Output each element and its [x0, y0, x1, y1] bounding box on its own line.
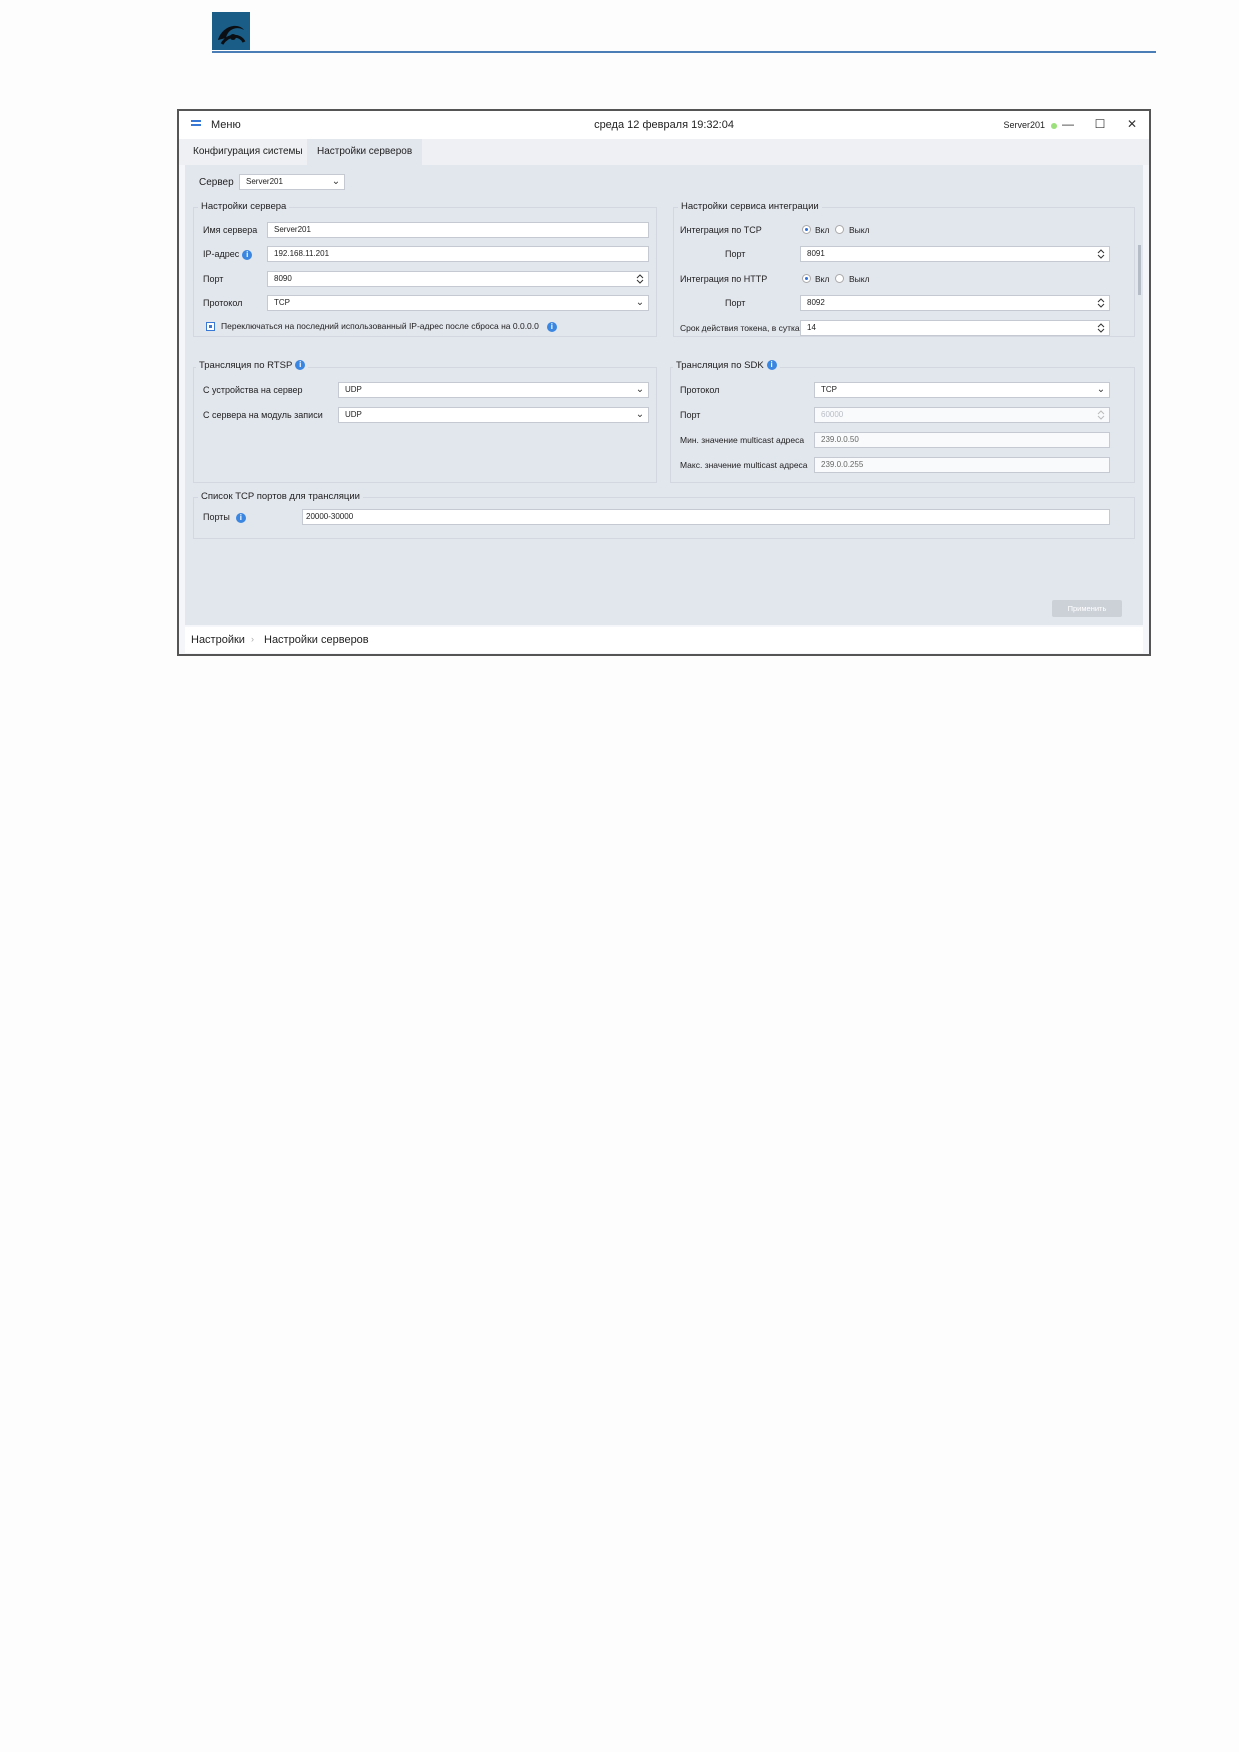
- tcp-port-label: Порт: [725, 249, 746, 259]
- tcp-port-stepper[interactable]: 8091: [800, 246, 1110, 262]
- min-multicast-input[interactable]: 239.0.0.50: [814, 432, 1110, 448]
- stepper-arrows-icon: [1095, 408, 1107, 422]
- device-to-server-label: С устройства на сервер: [203, 385, 303, 395]
- ip-address-input[interactable]: 192.168.11.201: [267, 246, 649, 262]
- server-status-icon: [1051, 123, 1057, 129]
- switch-ip-checkbox[interactable]: [206, 322, 215, 331]
- ports-input[interactable]: 20000-30000: [302, 509, 1110, 525]
- server-to-recorder-select[interactable]: UDP ⌄: [338, 407, 649, 423]
- http-integration-label: Интеграция по HTTP: [680, 274, 768, 284]
- maximize-button[interactable]: ☐: [1091, 115, 1109, 133]
- protocol-value: TCP: [274, 298, 290, 307]
- breadcrumb-settings[interactable]: Настройки: [191, 634, 245, 646]
- max-multicast-input[interactable]: 239.0.0.255: [814, 457, 1110, 473]
- tcp-off-label: Выкл: [849, 225, 870, 235]
- apply-button[interactable]: Применить: [1052, 600, 1122, 617]
- server-select[interactable]: Server201 ⌄: [239, 174, 345, 190]
- minimize-button[interactable]: —: [1059, 115, 1077, 133]
- chevron-down-icon[interactable]: ⌄: [634, 297, 646, 309]
- chevron-down-icon[interactable]: ⌄: [1095, 384, 1107, 396]
- http-off-radio[interactable]: [835, 274, 844, 283]
- port-stepper[interactable]: 8090: [267, 271, 649, 287]
- tab-bar: Конфигурация системы Настройки серверов: [179, 139, 1149, 165]
- current-server-name: Server201: [1003, 120, 1045, 130]
- server-select-value: Server201: [246, 177, 283, 186]
- tcp-ports-title: Список TCP портов для трансляции: [198, 491, 363, 502]
- title-bar: Меню среда 12 февраля 19:32:04 Server201…: [179, 111, 1149, 139]
- info-icon[interactable]: i: [546, 321, 557, 332]
- server-select-label: Сервер: [199, 177, 234, 188]
- sdk-port-value: 60000: [821, 410, 844, 419]
- close-button[interactable]: ✕: [1123, 115, 1141, 133]
- tab-system-config[interactable]: Конфигурация системы: [183, 139, 313, 165]
- ports-label-text: Порты: [203, 512, 230, 522]
- http-port-stepper[interactable]: 8092: [800, 295, 1110, 311]
- switch-ip-label: Переключаться на последний использованны…: [221, 321, 557, 332]
- tcp-on-radio[interactable]: [802, 225, 811, 234]
- http-off-label: Выкл: [849, 274, 870, 284]
- server-settings-title: Настройки сервера: [198, 201, 290, 212]
- stepper-arrows-icon[interactable]: [1095, 321, 1107, 335]
- sdk-port-stepper: 60000: [814, 407, 1110, 423]
- ip-address-label-text: IP-адрес: [203, 249, 240, 259]
- rtsp-title: Трансляция по RTSP i: [196, 360, 309, 371]
- sdk-title: Трансляция по SDK i: [673, 360, 780, 371]
- ports-label: Порты i: [203, 512, 246, 523]
- server-to-recorder-value: UDP: [345, 410, 362, 419]
- app-window: Меню среда 12 февраля 19:32:04 Server201…: [177, 109, 1151, 656]
- token-label: Срок действия токена, в сутках: [680, 323, 804, 333]
- stepper-arrows-icon[interactable]: [1095, 247, 1107, 261]
- company-logo: [212, 12, 250, 50]
- chevron-down-icon[interactable]: ⌄: [634, 409, 646, 421]
- tcp-integration-label: Интеграция по TCP: [680, 225, 762, 235]
- port-label: Порт: [203, 274, 224, 284]
- chevron-down-icon[interactable]: ⌄: [330, 176, 342, 188]
- sdk-port-label: Порт: [680, 410, 701, 420]
- chevron-down-icon[interactable]: ⌄: [634, 384, 646, 396]
- breadcrumb: Настройки › Настройки серверов: [185, 627, 1143, 653]
- sdk-protocol-label: Протокол: [680, 385, 720, 395]
- tcp-off-radio[interactable]: [835, 225, 844, 234]
- switch-ip-label-text: Переключаться на последний использованны…: [221, 321, 539, 331]
- ip-address-label: IP-адрес i: [203, 249, 253, 260]
- tab-server-settings[interactable]: Настройки серверов: [307, 139, 423, 165]
- protocol-label: Протокол: [203, 298, 243, 308]
- http-port-label: Порт: [725, 298, 746, 308]
- stepper-arrows-icon[interactable]: [1095, 296, 1107, 310]
- settings-panel: Сервер Server201 ⌄ Настройки сервера Имя…: [185, 165, 1143, 625]
- info-icon[interactable]: i: [235, 512, 246, 523]
- rtsp-title-text: Трансляция по RTSP: [199, 360, 293, 371]
- sdk-title-text: Трансляция по SDK: [676, 360, 764, 371]
- server-name-input[interactable]: Server201: [267, 222, 649, 238]
- device-to-server-value: UDP: [345, 385, 362, 394]
- chevron-right-icon: ›: [251, 634, 254, 644]
- scrollbar[interactable]: [1138, 245, 1141, 295]
- device-to-server-select[interactable]: UDP ⌄: [338, 382, 649, 398]
- max-multicast-label: Макс. значение multicast адреса: [680, 460, 808, 470]
- token-stepper[interactable]: 14: [800, 320, 1110, 336]
- server-name-label: Имя сервера: [203, 225, 258, 235]
- sdk-protocol-select[interactable]: TCP ⌄: [814, 382, 1110, 398]
- http-port-value: 8092: [807, 298, 825, 307]
- stepper-arrows-icon[interactable]: [634, 272, 646, 286]
- http-on-label: Вкл: [815, 274, 830, 284]
- info-icon[interactable]: i: [295, 360, 306, 371]
- token-value: 14: [807, 323, 816, 332]
- breadcrumb-server-settings: Настройки серверов: [264, 634, 369, 646]
- header-rule: [212, 51, 1156, 53]
- protocol-select[interactable]: TCP ⌄: [267, 295, 649, 311]
- integration-title: Настройки сервиса интеграции: [678, 201, 822, 212]
- http-on-radio[interactable]: [802, 274, 811, 283]
- tcp-port-value: 8091: [807, 249, 825, 258]
- sdk-protocol-value: TCP: [821, 385, 837, 394]
- min-multicast-label: Мин. значение multicast адреса: [680, 435, 805, 445]
- info-icon[interactable]: i: [242, 249, 253, 260]
- info-icon[interactable]: i: [766, 360, 777, 371]
- port-value: 8090: [274, 274, 292, 283]
- server-to-recorder-label: С сервера на модуль записи: [203, 410, 323, 420]
- tcp-on-label: Вкл: [815, 225, 830, 235]
